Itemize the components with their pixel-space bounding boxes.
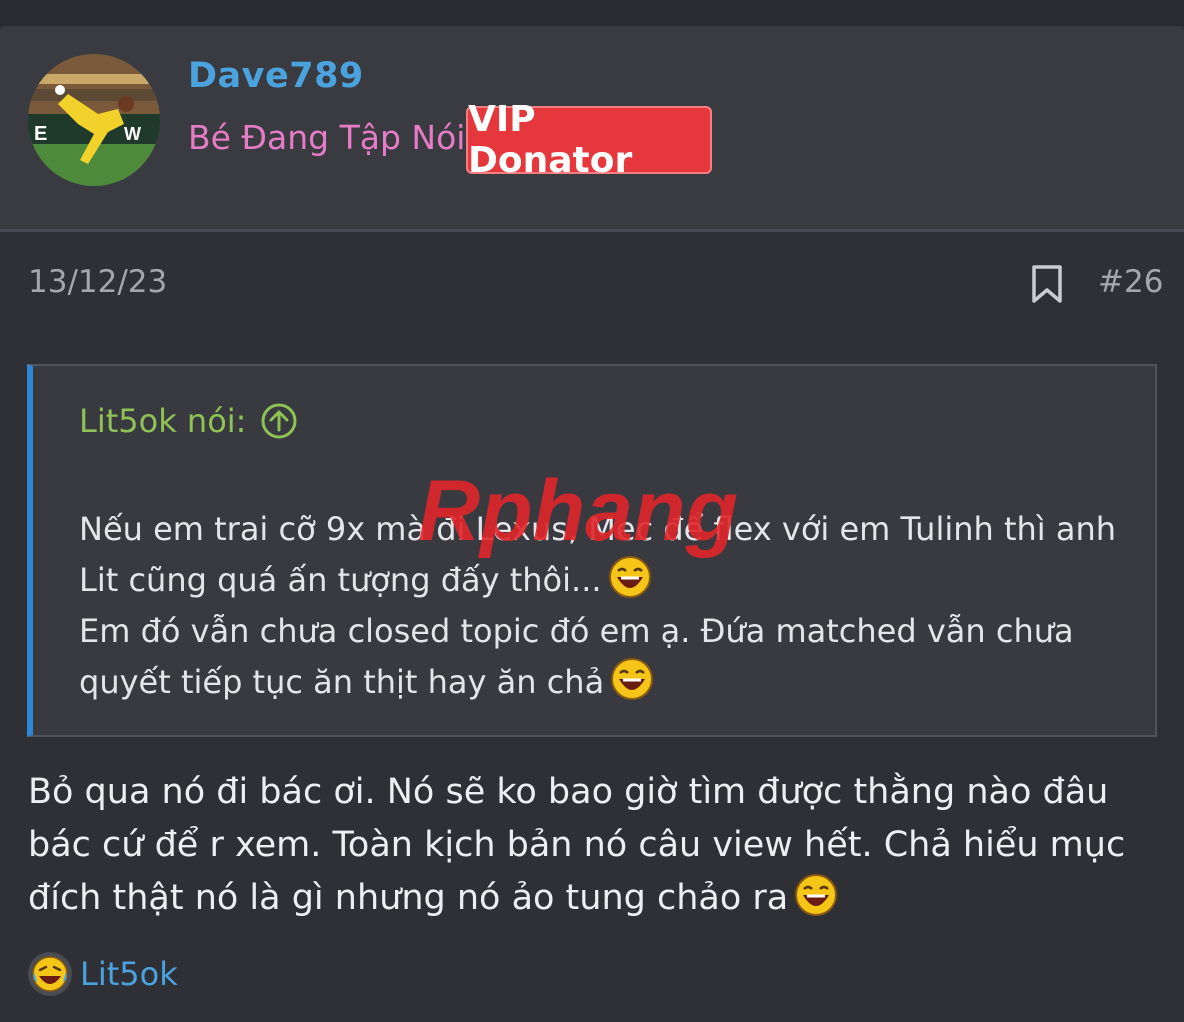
- quote-line: Lit cũng quá ấn tượng đấy thôi...: [79, 555, 1139, 606]
- post-body: Bỏ qua nó đi bác ơi. Nó sẽ ko bao giờ tì…: [28, 766, 1158, 925]
- post-number[interactable]: #26: [1098, 264, 1163, 300]
- avatar[interactable]: E W: [28, 54, 160, 186]
- top-strip: [0, 0, 1184, 26]
- watermark-logo: Rphang: [418, 463, 738, 558]
- body-line: đích thật nó là gì nhưng nó ảo tung chảo…: [28, 872, 1158, 925]
- post-user-header: E W Dave789 Bé Đang Tập Nói VIP Donator: [0, 26, 1184, 232]
- reaction-bar[interactable]: Lit5ok: [26, 948, 178, 1000]
- vip-badge: VIP Donator: [466, 99, 712, 181]
- quote-line: Em đó vẫn chưa closed topic đó em ạ. Đứa…: [79, 612, 1074, 650]
- bookmark-icon[interactable]: [1030, 264, 1064, 304]
- body-line: Bỏ qua nó đi bác ơi. Nó sẽ ko bao giờ tì…: [28, 772, 1109, 812]
- watermark-text: Rphang: [418, 463, 738, 558]
- quote-line: quyết tiếp tục ăn thịt hay ăn chả: [79, 657, 1139, 708]
- laughing-emoji-icon: [611, 658, 654, 700]
- post-date[interactable]: 13/12/23: [28, 264, 167, 300]
- quote-author[interactable]: Lit5ok nói:: [79, 402, 298, 440]
- quote-author-label: Lit5ok nói:: [79, 402, 247, 440]
- svg-text:E: E: [34, 123, 47, 145]
- username[interactable]: Dave789: [188, 56, 364, 96]
- svg-text:W: W: [124, 124, 141, 144]
- arrow-up-circle-icon[interactable]: [260, 402, 298, 440]
- laughing-emoji-icon: [795, 874, 838, 916]
- laughing-crying-emoji-icon[interactable]: [26, 950, 74, 998]
- reaction-user[interactable]: Lit5ok: [80, 955, 178, 993]
- user-title: Bé Đang Tập Nói: [188, 118, 466, 157]
- body-line: bác cứ để r xem. Toàn kịch bản nó câu vi…: [28, 825, 1126, 865]
- laughing-emoji-icon: [608, 556, 651, 598]
